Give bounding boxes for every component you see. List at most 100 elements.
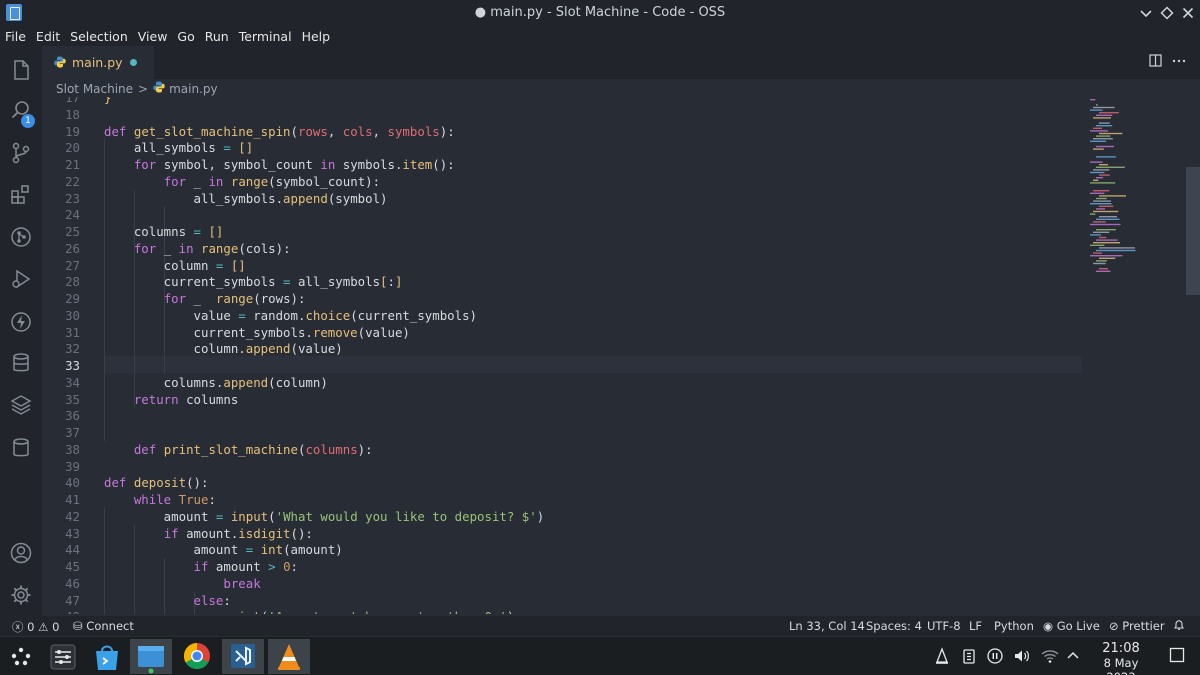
code-text: columns = []: [104, 224, 224, 239]
minimap[interactable]: [1082, 97, 1200, 614]
menu-terminal[interactable]: Terminal: [239, 29, 292, 44]
menu-run[interactable]: Run: [205, 29, 229, 44]
code-line[interactable]: 33: [42, 357, 1082, 374]
menu-file[interactable]: File: [5, 29, 26, 44]
settings-icon[interactable]: [9, 583, 33, 607]
code-line[interactable]: 44 amount = int(amount): [42, 541, 1082, 558]
line-number: 27: [65, 257, 80, 273]
code-line[interactable]: 39: [42, 458, 1082, 475]
language-mode[interactable]: Python: [994, 619, 1034, 633]
code-line[interactable]: 38 def print_slot_machine(columns):: [42, 441, 1082, 458]
menu-help[interactable]: Help: [302, 29, 331, 44]
code-line[interactable]: 20 all_symbols = []: [42, 139, 1082, 156]
lightning-icon[interactable]: [9, 310, 33, 334]
menu-go[interactable]: Go: [177, 29, 194, 44]
clipboard-icon[interactable]: [960, 647, 978, 665]
encoding-status[interactable]: UTF-8: [927, 619, 961, 633]
files-icon[interactable]: [9, 58, 33, 82]
prettier-status[interactable]: ⊘ Prettier: [1109, 619, 1165, 633]
discover-store-icon[interactable]: [86, 639, 128, 674]
vscode-icon[interactable]: [222, 639, 264, 674]
problems-indicator[interactable]: ⓧ 0 ⚠ 0: [12, 619, 59, 635]
database-icon[interactable]: [9, 351, 33, 375]
unsaved-dot-icon[interactable]: [130, 59, 137, 66]
code-line[interactable]: 35 return columns: [42, 391, 1082, 408]
run-debug-icon[interactable]: [9, 267, 33, 291]
code-line[interactable]: 28 current_symbols = all_symbols[:]: [42, 273, 1082, 290]
source-control-icon[interactable]: [9, 141, 33, 165]
minimize-button[interactable]: [1136, 3, 1156, 23]
vlc-tray-icon[interactable]: [933, 647, 951, 665]
vertical-scrollbar-thumb[interactable]: [1186, 167, 1200, 295]
notifications-bell-icon[interactable]: [1173, 619, 1185, 634]
tab-label: main.py: [72, 55, 123, 70]
code-line[interactable]: 18: [42, 106, 1082, 123]
code-line[interactable]: 29 for _ range(rows):: [42, 290, 1082, 307]
indentation-status[interactable]: Spaces: 4: [866, 619, 922, 633]
menu-selection[interactable]: Selection: [70, 29, 128, 44]
line-number: 35: [65, 391, 80, 407]
more-actions-icon[interactable]: [1172, 54, 1186, 71]
connect-status[interactable]: ⛁ Connect: [73, 619, 134, 633]
code-line[interactable]: 37: [42, 424, 1082, 441]
code-line[interactable]: 27 column = []: [42, 257, 1082, 274]
eol-status[interactable]: LF: [969, 619, 982, 633]
cursor-position[interactable]: Ln 33, Col 14: [789, 619, 865, 633]
code-line[interactable]: 31 current_symbols.remove(value): [42, 324, 1082, 341]
code-line[interactable]: 45 if amount > 0:: [42, 558, 1082, 575]
file-manager-icon[interactable]: [130, 639, 172, 674]
menu-edit[interactable]: Edit: [36, 29, 60, 44]
tray-expand-icon[interactable]: [1064, 647, 1082, 665]
minimap-line: [1099, 132, 1123, 135]
code-line[interactable]: 23 all_symbols.append(symbol): [42, 190, 1082, 207]
minimap-line: [1093, 117, 1111, 119]
code-line[interactable]: 19 def get_slot_machine_spin(rows, cols, …: [42, 123, 1082, 140]
code-line[interactable]: 46 break: [42, 575, 1082, 592]
system-clock[interactable]: 21:08 8 May 2023: [1088, 641, 1154, 675]
close-window-button[interactable]: [1178, 3, 1198, 23]
menu-view[interactable]: View: [138, 29, 168, 44]
system-settings-icon[interactable]: [42, 639, 84, 674]
volume-icon[interactable]: [1012, 647, 1030, 665]
code-line[interactable]: 21 for symbol, symbol_count in symbols.i…: [42, 156, 1082, 173]
code-text: columns.append(column): [104, 374, 328, 390]
breadcrumb-folder[interactable]: Slot Machine: [56, 82, 133, 96]
code-line[interactable]: 24: [42, 206, 1082, 223]
line-number: 33: [65, 358, 80, 373]
vlc-icon[interactable]: [268, 639, 310, 674]
clock-time: 21:08: [1102, 641, 1140, 656]
code-line[interactable]: 34 columns.append(column): [42, 374, 1082, 391]
extensions-icon[interactable]: [9, 182, 33, 206]
code-line[interactable]: 32 column.append(value): [42, 340, 1082, 357]
code-line[interactable]: 42 amount = input('What would you like t…: [42, 508, 1082, 525]
layers-icon[interactable]: [9, 392, 33, 416]
code-line[interactable]: 40 def deposit():: [42, 474, 1082, 491]
show-desktop-icon[interactable]: [1168, 646, 1186, 664]
account-icon[interactable]: [9, 541, 33, 565]
split-editor-icon[interactable]: [1149, 54, 1162, 71]
maximize-button[interactable]: [1157, 3, 1177, 23]
wifi-icon[interactable]: [1040, 647, 1059, 665]
code-editor[interactable]: 17} 18 19 def get_slot_machine_spin(rows, c…: [42, 97, 1082, 614]
app-launcher-icon[interactable]: [0, 639, 42, 674]
code-line[interactable]: 25 columns = []: [42, 223, 1082, 240]
code-line[interactable]: 48 print('Amount must be greater than 0.…: [42, 608, 1082, 614]
git-graph-icon[interactable]: [9, 225, 33, 249]
code-line[interactable]: 22 for _ in range(symbol_count):: [42, 173, 1082, 190]
line-number: 20: [65, 140, 80, 156]
code-line[interactable]: 47 else:: [42, 592, 1082, 609]
chrome-icon[interactable]: [176, 639, 218, 674]
code-text: def deposit():: [104, 475, 209, 491]
code-line[interactable]: 17}: [42, 97, 1082, 106]
database-2-icon[interactable]: [9, 436, 33, 460]
go-live-button[interactable]: ◉ Go Live: [1043, 619, 1100, 633]
code-line[interactable]: 30 value = random.choice(current_symbols…: [42, 307, 1082, 324]
breadcrumb-file[interactable]: main.py: [169, 82, 218, 96]
tab-main-py[interactable]: main.py: [42, 46, 154, 79]
code-line[interactable]: 43 if amount.isdigit():: [42, 525, 1082, 542]
search-icon[interactable]: [9, 98, 33, 122]
media-pause-icon[interactable]: [986, 647, 1004, 665]
code-line[interactable]: 41 while True:: [42, 491, 1082, 508]
code-line[interactable]: 36: [42, 407, 1082, 424]
code-line[interactable]: 26 for _ in range(cols):: [42, 240, 1082, 257]
